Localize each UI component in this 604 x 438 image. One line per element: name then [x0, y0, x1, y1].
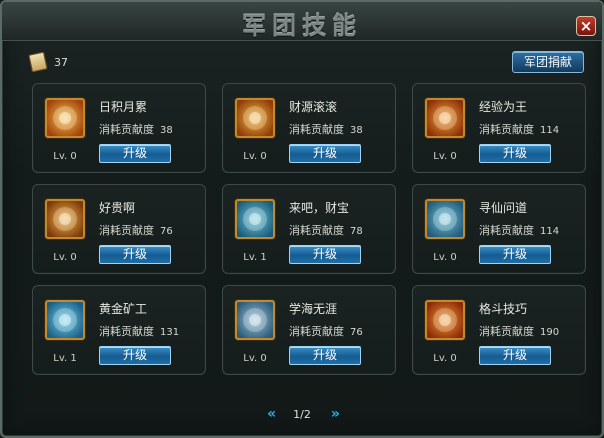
- skill-name: 日积月累: [99, 100, 148, 114]
- cost-label: 消耗贡献度: [479, 325, 534, 338]
- cost-value: 131: [160, 327, 180, 338]
- shovel-icon: [45, 300, 85, 340]
- upgrade-button[interactable]: 升级: [479, 144, 551, 163]
- money-bag-icon: [45, 199, 85, 239]
- skill-name: 寻仙问道: [479, 201, 528, 215]
- skill-name: 经验为王: [479, 100, 528, 114]
- cost-value: 114: [540, 226, 560, 237]
- skill-level: Lv. 1: [243, 252, 267, 263]
- exp-icon: [425, 98, 465, 138]
- skills-window: 军团技能 × 37 军团捐献 Lv. 0 日积月累消耗贡献度 38 升级 Lv. 0 财源…: [0, 0, 604, 438]
- prev-page-icon[interactable]: «: [267, 406, 276, 422]
- donate-button[interactable]: 军团捐献: [512, 51, 584, 73]
- skill-cost: 消耗贡献度 114: [479, 121, 559, 137]
- skill-level: Lv. 0: [433, 353, 457, 364]
- cost-value: 38: [160, 125, 173, 136]
- skill-cost: 消耗贡献度 76: [99, 222, 173, 238]
- skill-cost: 消耗贡献度 38: [289, 121, 363, 137]
- skill-card: Lv. 0 财源滚滚消耗贡献度 38 升级: [222, 83, 396, 173]
- skill-name: 学海无涯: [289, 302, 338, 316]
- dragon-icon: [235, 199, 275, 239]
- next-page-icon[interactable]: »: [331, 406, 340, 422]
- skill-cost: 消耗贡献度 190: [479, 323, 559, 339]
- skill-name: 格斗技巧: [479, 302, 528, 316]
- skill-level: Lv. 0: [53, 151, 77, 162]
- skill-name: 黄金矿工: [99, 302, 148, 316]
- skill-card: Lv. 0 日积月累消耗贡献度 38 升级: [32, 83, 206, 173]
- cost-value: 38: [350, 125, 363, 136]
- upgrade-button[interactable]: 升级: [289, 144, 361, 163]
- crossed-swords-icon: [425, 300, 465, 340]
- pagination: « 1/2 »: [2, 405, 602, 423]
- skill-cost: 消耗贡献度 76: [289, 323, 363, 339]
- skill-level: Lv. 0: [243, 151, 267, 162]
- skill-cost: 消耗贡献度 114: [479, 222, 559, 238]
- upgrade-button[interactable]: 升级: [479, 346, 551, 365]
- cost-label: 消耗贡献度: [99, 325, 154, 338]
- scroll-icon: [28, 51, 48, 73]
- skill-card: Lv. 1 来吧，财宝消耗贡献度 78 升级: [222, 184, 396, 274]
- skill-cost: 消耗贡献度 38: [99, 121, 173, 137]
- cost-label: 消耗贡献度: [99, 123, 154, 136]
- coins-icon: [235, 98, 275, 138]
- title-bar: 军团技能 ×: [2, 2, 602, 41]
- skill-card: Lv. 1 黄金矿工消耗贡献度 131 升级: [32, 285, 206, 375]
- cost-label: 消耗贡献度: [289, 325, 344, 338]
- cost-label: 消耗贡献度: [289, 123, 344, 136]
- skill-card: Lv. 0 经验为王消耗贡献度 114 升级: [412, 83, 586, 173]
- skill-level: Lv. 1: [53, 353, 77, 364]
- skill-level: Lv. 0: [433, 252, 457, 263]
- skill-name: 来吧，财宝: [289, 201, 350, 215]
- cost-label: 消耗贡献度: [289, 224, 344, 237]
- window-title: 军团技能: [242, 11, 362, 40]
- upgrade-button[interactable]: 升级: [289, 245, 361, 264]
- skill-level: Lv. 0: [243, 353, 267, 364]
- upgrade-button[interactable]: 升级: [99, 245, 171, 264]
- cost-value: 76: [160, 226, 173, 237]
- skill-card: Lv. 0 格斗技巧消耗贡献度 190 升级: [412, 285, 586, 375]
- sage-icon: [425, 199, 465, 239]
- upgrade-button[interactable]: 升级: [479, 245, 551, 264]
- page-indicator: 1/2: [293, 407, 311, 421]
- skill-cost: 消耗贡献度 78: [289, 222, 363, 238]
- cost-value: 78: [350, 226, 363, 237]
- skill-card: Lv. 0 学海无涯消耗贡献度 76 升级: [222, 285, 396, 375]
- cost-label: 消耗贡献度: [99, 224, 154, 237]
- close-button[interactable]: ×: [576, 16, 596, 36]
- book-scroll-icon: [235, 300, 275, 340]
- cost-value: 114: [540, 125, 560, 136]
- upgrade-button[interactable]: 升级: [99, 144, 171, 163]
- skill-card: Lv. 0 好贵啊消耗贡献度 76 升级: [32, 184, 206, 274]
- contribution-value: 37: [54, 55, 68, 69]
- skill-level: Lv. 0: [433, 151, 457, 162]
- cost-value: 76: [350, 327, 363, 338]
- skill-name: 好贵啊: [99, 201, 136, 215]
- cost-label: 消耗贡献度: [479, 224, 534, 237]
- contribution-display: 37: [28, 51, 68, 73]
- upgrade-button[interactable]: 升级: [99, 346, 171, 365]
- skill-card: Lv. 0 寻仙问道消耗贡献度 114 升级: [412, 184, 586, 274]
- cost-value: 190: [540, 327, 560, 338]
- cost-label: 消耗贡献度: [479, 123, 534, 136]
- skill-level: Lv. 0: [53, 252, 77, 263]
- skill-grid: Lv. 0 日积月累 消耗贡献度 38 升级 Lv. 0 财源滚滚 消耗贡献度 38 升级 Lv. …: [32, 83, 586, 377]
- upgrade-button[interactable]: 升级: [289, 346, 361, 365]
- skill-name: 财源滚滚: [289, 100, 338, 114]
- skill-cost: 消耗贡献度 131: [99, 323, 179, 339]
- scroll-icon: [45, 98, 85, 138]
